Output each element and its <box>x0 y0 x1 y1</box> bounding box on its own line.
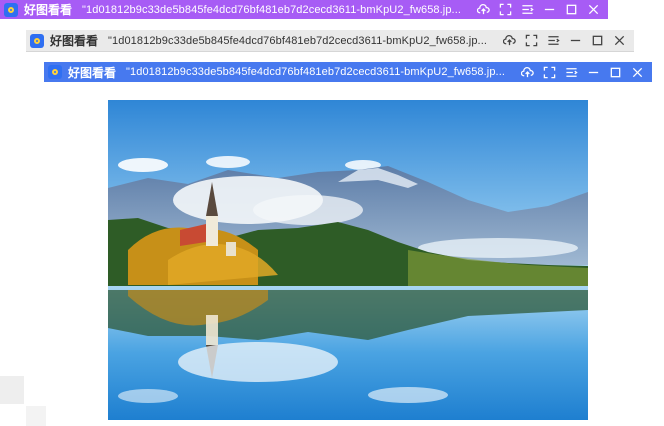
minimize-icon[interactable] <box>582 63 604 81</box>
file-title: "1d01812b9c33de5b845fe4dcd76bf481eb7d2ce… <box>108 34 488 47</box>
file-title: "1d01812b9c33de5b845fe4dcd76bf481eb7d2ce… <box>82 3 462 16</box>
minimize-icon[interactable] <box>538 1 560 19</box>
fullscreen-icon[interactable] <box>538 63 560 81</box>
close-icon[interactable] <box>608 32 630 50</box>
minimize-icon[interactable] <box>564 32 586 50</box>
app-logo-icon <box>30 33 44 48</box>
upload-icon[interactable] <box>498 32 520 50</box>
app-name: 好图看看 <box>50 34 99 48</box>
menu-icon[interactable] <box>560 63 582 81</box>
thumbnail-placeholder <box>0 376 24 404</box>
upload-icon[interactable] <box>472 1 494 19</box>
maximize-icon[interactable] <box>586 32 608 50</box>
maximize-icon[interactable] <box>560 1 582 19</box>
app-name: 好图看看 <box>24 3 73 17</box>
image-viewer-photo[interactable] <box>108 100 588 420</box>
file-title: "1d01812b9c33de5b845fe4dcd76bf481eb7d2ce… <box>126 66 506 78</box>
menu-icon[interactable] <box>516 1 538 19</box>
close-icon[interactable] <box>582 1 604 19</box>
close-icon[interactable] <box>626 63 648 81</box>
thumbnail-placeholder <box>26 406 46 426</box>
maximize-icon[interactable] <box>604 63 626 81</box>
app-logo-icon <box>48 65 62 79</box>
menu-icon[interactable] <box>542 32 564 50</box>
upload-icon[interactable] <box>516 63 538 81</box>
app-logo-icon <box>4 2 18 17</box>
app-name: 好图看看 <box>68 65 117 80</box>
window-controls <box>472 1 604 19</box>
window-titlebar-1[interactable]: 好图看看 "1d01812b9c33de5b845fe4dcd76bf481eb… <box>0 0 608 19</box>
window-titlebar-2[interactable]: 好图看看 "1d01812b9c33de5b845fe4dcd76bf481eb… <box>26 30 634 52</box>
fullscreen-icon[interactable] <box>494 1 516 19</box>
window-titlebar-3[interactable]: 好图看看 "1d01812b9c33de5b845fe4dcd76bf481eb… <box>44 62 652 82</box>
landscape-photo <box>108 100 588 420</box>
window-controls <box>498 32 630 50</box>
fullscreen-icon[interactable] <box>520 32 542 50</box>
window-controls <box>516 63 648 81</box>
